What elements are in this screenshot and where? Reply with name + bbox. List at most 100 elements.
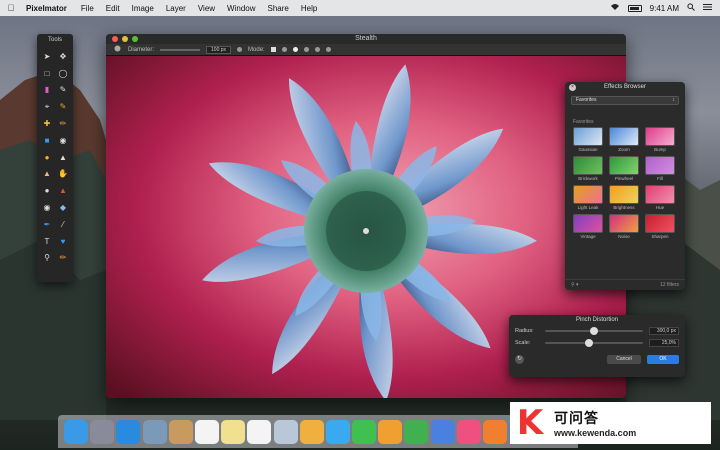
menu-window[interactable]: Window bbox=[221, 4, 261, 13]
brush-icon[interactable]: ✎ bbox=[55, 98, 71, 115]
notes-icon[interactable] bbox=[221, 419, 246, 444]
menu-edit[interactable]: Edit bbox=[100, 4, 126, 13]
ellipse-select-icon[interactable]: ◯ bbox=[55, 65, 71, 82]
mode-add-icon[interactable] bbox=[325, 47, 331, 52]
keynote-icon[interactable] bbox=[430, 419, 455, 444]
effect-thumbnail[interactable] bbox=[573, 214, 603, 233]
effect-thumbnail[interactable] bbox=[573, 156, 603, 175]
effect-item[interactable]: Gaussian bbox=[573, 127, 603, 154]
stamp-icon[interactable]: ▲ bbox=[39, 166, 55, 183]
reset-icon[interactable]: ↻ bbox=[515, 355, 524, 364]
move-icon[interactable]: ✥ bbox=[55, 48, 71, 65]
effect-thumbnail[interactable] bbox=[609, 214, 639, 233]
mode-erase-icon[interactable] bbox=[303, 47, 309, 52]
wifi-icon[interactable] bbox=[610, 3, 620, 13]
diameter-stepper[interactable] bbox=[237, 47, 243, 52]
effect-item[interactable]: Bump bbox=[645, 127, 675, 154]
dodge-icon[interactable]: ● bbox=[39, 182, 55, 199]
battery-icon[interactable] bbox=[627, 4, 642, 12]
rect-select-icon[interactable]: □ bbox=[39, 65, 55, 82]
effect-item[interactable]: Brickwork bbox=[573, 156, 603, 183]
effect-thumbnail[interactable] bbox=[645, 185, 675, 204]
type-icon[interactable]: T bbox=[39, 233, 55, 250]
photos-icon[interactable] bbox=[299, 419, 324, 444]
line-icon[interactable]: ⁄ bbox=[55, 216, 71, 233]
diameter-slider[interactable] bbox=[160, 48, 201, 51]
paint-bucket-icon[interactable]: ■ bbox=[39, 132, 55, 149]
mode-circle-icon[interactable] bbox=[281, 47, 287, 52]
clock[interactable]: 9:41 AM bbox=[650, 4, 679, 13]
effects-category-select[interactable]: Favorites ↕ bbox=[571, 96, 679, 105]
menu-share[interactable]: Share bbox=[262, 4, 295, 13]
effect-thumbnail[interactable] bbox=[609, 156, 639, 175]
effect-item[interactable]: Pinwheel bbox=[609, 156, 639, 183]
effect-thumbnail[interactable] bbox=[645, 214, 675, 233]
effect-thumbnail[interactable] bbox=[573, 185, 603, 204]
itunes-icon[interactable] bbox=[456, 419, 481, 444]
mode-square-icon[interactable] bbox=[270, 47, 276, 52]
messages-icon[interactable] bbox=[325, 419, 350, 444]
safari-icon[interactable] bbox=[116, 419, 141, 444]
spotlight-icon[interactable] bbox=[687, 3, 695, 13]
effect-thumbnail[interactable] bbox=[609, 127, 639, 146]
arrow-icon[interactable]: ➤ bbox=[39, 48, 55, 65]
menu-layer[interactable]: Layer bbox=[160, 4, 192, 13]
effect-item[interactable]: Brightness bbox=[609, 185, 639, 212]
effects-search-icon[interactable]: ⚲ ▾ bbox=[571, 282, 579, 288]
facetime-icon[interactable] bbox=[352, 419, 377, 444]
eraser-icon[interactable]: ▮ bbox=[39, 82, 55, 99]
water-drop-icon[interactable]: ◆ bbox=[55, 199, 71, 216]
pen-icon[interactable]: ✒ bbox=[39, 216, 55, 233]
menu-file[interactable]: File bbox=[75, 4, 100, 13]
menu-image[interactable]: Image bbox=[126, 4, 160, 13]
contacts-icon[interactable] bbox=[168, 419, 193, 444]
numbers-icon[interactable] bbox=[404, 419, 429, 444]
scale-field[interactable]: 25,0% bbox=[649, 339, 679, 347]
apple-icon[interactable]:  bbox=[0, 3, 22, 13]
effect-thumbnail[interactable] bbox=[573, 127, 603, 146]
color-picker-icon[interactable]: ✎ bbox=[55, 82, 71, 99]
sharpen-icon[interactable]: ▲ bbox=[55, 149, 71, 166]
window-titlebar[interactable]: Stealth bbox=[106, 34, 626, 44]
eyedropper-icon[interactable]: ✏ bbox=[55, 250, 71, 267]
finder-icon[interactable] bbox=[64, 419, 88, 444]
mode-blend-icon[interactable] bbox=[314, 47, 320, 52]
ok-button[interactable]: OK bbox=[647, 355, 679, 364]
radius-field[interactable]: 300,0 px bbox=[649, 327, 679, 335]
effect-item[interactable]: Zoom bbox=[609, 127, 639, 154]
cancel-button[interactable]: Cancel bbox=[607, 355, 641, 364]
menu-app-name[interactable]: Pixelmator bbox=[22, 4, 75, 13]
calendar-icon[interactable] bbox=[194, 419, 219, 444]
effect-item[interactable]: Sharpen bbox=[645, 214, 675, 241]
tool-preset-icon[interactable] bbox=[114, 45, 122, 54]
speech-bubble-icon[interactable]: ● bbox=[39, 149, 55, 166]
burn-icon[interactable]: ▲ bbox=[55, 182, 71, 199]
scale-slider[interactable] bbox=[545, 339, 643, 347]
menu-view[interactable]: View bbox=[192, 4, 221, 13]
mode-paint-icon[interactable] bbox=[292, 47, 298, 52]
radius-slider-knob[interactable] bbox=[590, 327, 598, 335]
ibooks-icon[interactable] bbox=[483, 419, 507, 444]
effect-thumbnail[interactable] bbox=[609, 185, 639, 204]
effect-thumbnail[interactable] bbox=[645, 127, 675, 146]
effect-item[interactable]: Vintage bbox=[573, 214, 603, 241]
effect-item[interactable]: Fill bbox=[645, 156, 675, 183]
effect-thumbnail[interactable] bbox=[645, 156, 675, 175]
launchpad-icon[interactable] bbox=[90, 419, 115, 444]
healing-icon[interactable]: ✚ bbox=[39, 115, 55, 132]
menu-help[interactable]: Help bbox=[295, 4, 323, 13]
radius-slider[interactable] bbox=[545, 327, 643, 335]
eye-icon[interactable]: ◉ bbox=[39, 199, 55, 216]
effect-item[interactable]: Light Leak bbox=[573, 185, 603, 212]
preview-icon[interactable] bbox=[273, 419, 298, 444]
crop-icon[interactable]: ⌖ bbox=[39, 98, 55, 115]
diameter-field[interactable]: 100 px bbox=[206, 45, 232, 54]
reminders-icon[interactable] bbox=[247, 419, 272, 444]
zoom-icon[interactable]: ⚲ bbox=[39, 250, 55, 267]
pencil-icon[interactable]: ✏ bbox=[55, 115, 71, 132]
close-panel-icon[interactable]: × bbox=[569, 84, 576, 91]
notification-list-icon[interactable] bbox=[703, 3, 712, 13]
effect-item[interactable]: Hue bbox=[645, 185, 675, 212]
smudge-icon[interactable]: ✋ bbox=[55, 166, 71, 183]
scale-slider-knob[interactable] bbox=[585, 339, 594, 347]
